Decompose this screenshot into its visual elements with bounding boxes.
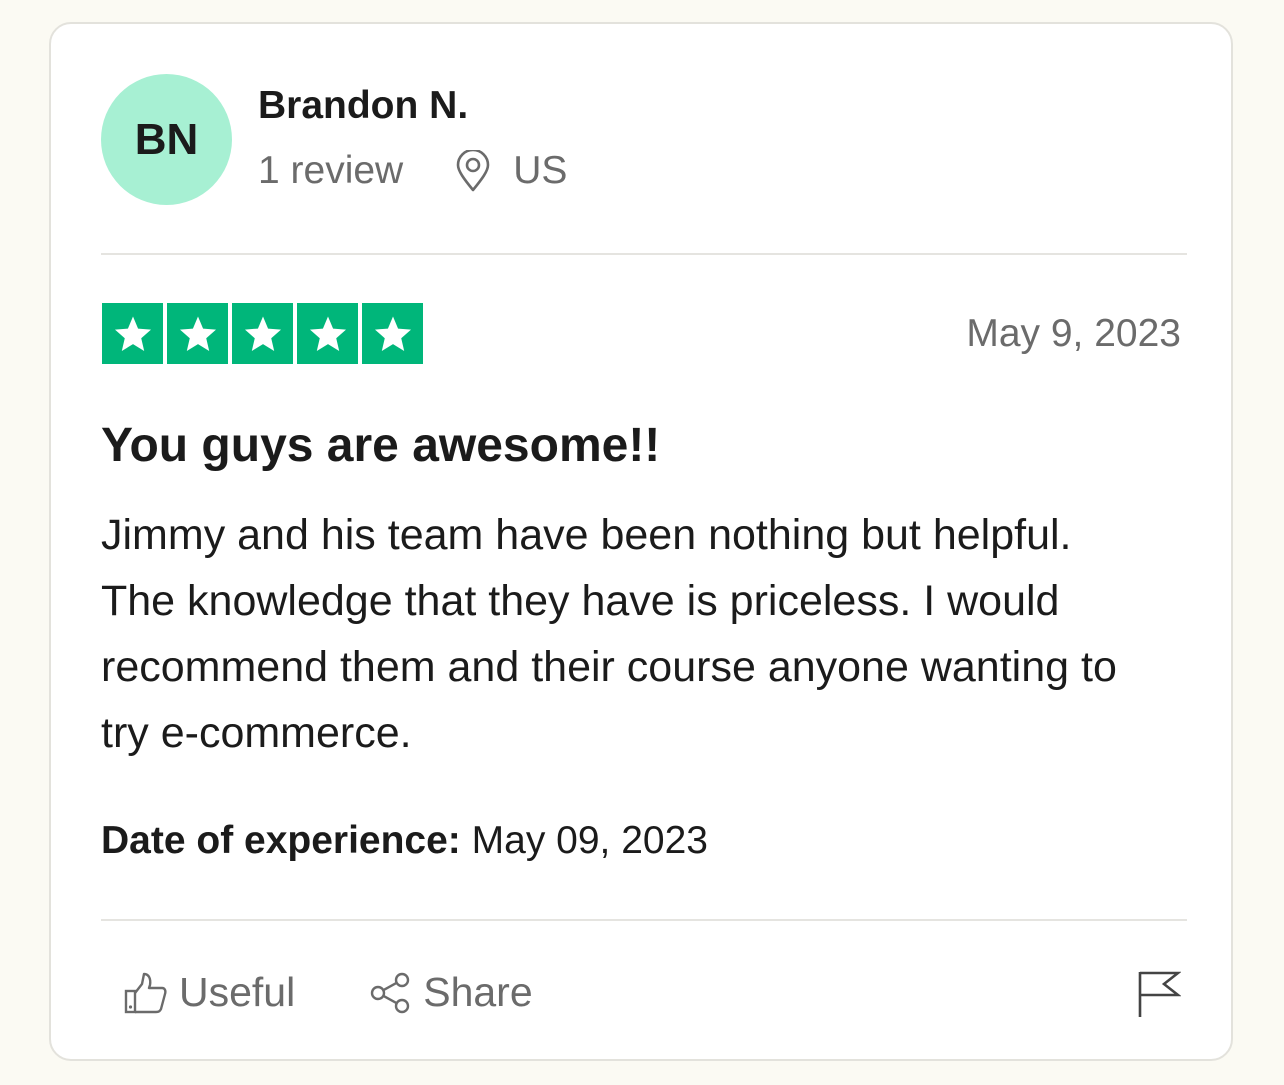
reviewer-location: US (455, 149, 567, 193)
experience-label: Date of experience: (101, 819, 461, 862)
useful-button[interactable]: Useful (123, 969, 295, 1016)
share-button[interactable]: Share (369, 969, 533, 1016)
divider-bottom (101, 919, 1187, 921)
divider-top (101, 253, 1187, 255)
reviewer-name[interactable]: Brandon N. (258, 84, 468, 128)
review-body: Jimmy and his team have been nothing but… (101, 511, 1117, 757)
review-count: 1 review (258, 149, 404, 192)
star-icon (167, 303, 228, 364)
avatar-initials: BN (134, 114, 199, 164)
map-pin-icon (456, 150, 490, 192)
experience-date: May 09, 2023 (471, 819, 708, 862)
date-of-experience: Date of experience: May 09, 2023 (101, 819, 708, 863)
star-icon (297, 303, 358, 364)
location-text: US (513, 149, 568, 192)
reviewer-meta: 1 review US (258, 149, 567, 193)
useful-label: Useful (179, 969, 296, 1015)
avatar[interactable]: BN (101, 74, 232, 205)
star-icon (362, 303, 423, 364)
star-icon (232, 303, 293, 364)
star-rating (102, 303, 423, 364)
review-actions: Useful Share (123, 969, 533, 1016)
thumbs-up-icon (124, 972, 167, 1013)
review-title[interactable]: You guys are awesome!! (101, 418, 660, 473)
star-icon (102, 303, 163, 364)
flag-icon[interactable] (1137, 970, 1181, 1018)
review-date: May 9, 2023 (966, 312, 1181, 355)
share-icon (371, 972, 410, 1013)
share-label: Share (423, 969, 533, 1015)
review-card: BN Brandon N. 1 review US May 9, 2023 Yo… (49, 22, 1233, 1061)
